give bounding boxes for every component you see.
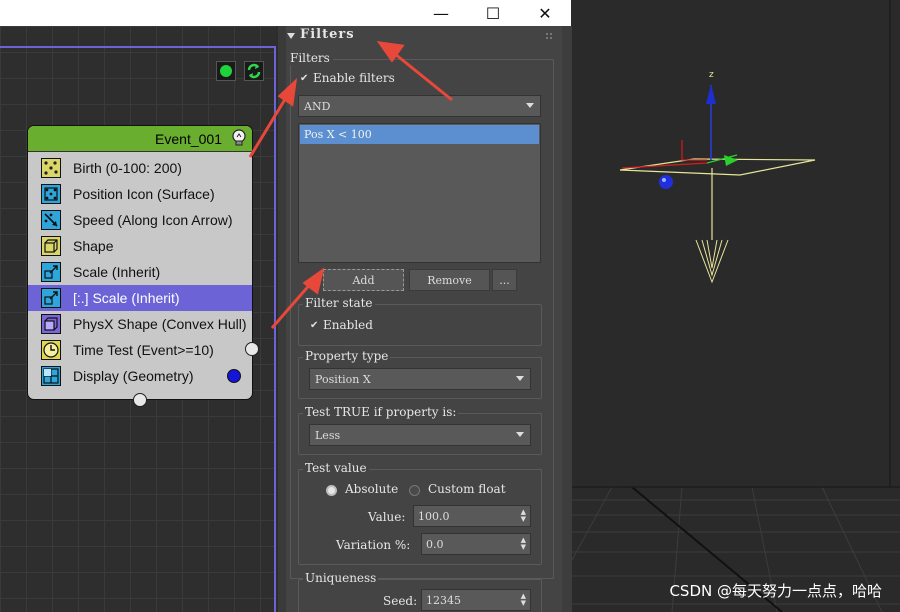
display-icon <box>41 366 61 386</box>
event-title[interactable]: Event_001 <box>28 126 252 152</box>
operator-label: Birth (0-100: 200) <box>73 160 182 176</box>
value-field[interactable]: 100.0 <box>418 510 450 523</box>
panel-scrollbar[interactable] <box>562 26 572 612</box>
display-color-swatch[interactable] <box>227 369 241 383</box>
rollout-title[interactable]: Filters <box>300 27 355 42</box>
test-true-label: Test TRUE if property is: <box>303 405 459 419</box>
window-titlebar: — ☐ ✕ <box>0 0 571 26</box>
axis-z-label: z <box>709 70 714 80</box>
speed-icon <box>41 210 61 230</box>
operator-row[interactable]: Scale (Inherit) <box>28 259 252 285</box>
3d-viewport[interactable]: z CSDN @每天努力一点点，哈哈 <box>572 0 900 612</box>
filter-list-item[interactable]: Pos X < 100 <box>300 125 539 144</box>
operator-row[interactable]: Time Test (Event>=10) <box>28 337 252 363</box>
operator-label: [:.] Scale (Inherit) <box>73 290 180 306</box>
remove-button[interactable]: Remove <box>409 269 490 291</box>
property-type-value: Position X <box>315 372 371 386</box>
enable-filters-checkbox[interactable]: ✔ <box>300 74 310 84</box>
scale-icon <box>41 262 61 282</box>
watermark: CSDN @每天努力一点点，哈哈 <box>669 582 882 600</box>
status-indicator-icon[interactable] <box>216 61 236 81</box>
operator-row[interactable]: Speed (Along Icon Arrow) <box>28 207 252 233</box>
custom-float-label: Custom float <box>428 482 506 496</box>
operator-row[interactable]: Birth (0-100: 200) <box>28 155 252 181</box>
scale-icon <box>41 288 61 308</box>
custom-float-radio[interactable] <box>409 485 420 496</box>
filters-panel: Filters Filters ✔ Enable filters AND Pos… <box>278 26 572 612</box>
chevron-down-icon <box>526 103 534 108</box>
shape-icon <box>41 236 61 256</box>
panel-edge <box>278 26 286 612</box>
chevron-down-icon <box>516 432 524 437</box>
operator-label: PhysX Shape (Convex Hull) <box>73 316 247 332</box>
viewport-scene <box>572 0 900 612</box>
value-spinner[interactable]: 100.0 ▲ ▼ <box>413 505 531 527</box>
operator-label: Display (Geometry) <box>73 368 194 384</box>
minimize-button[interactable]: — <box>418 0 464 26</box>
drag-handle-icon[interactable] <box>546 33 552 39</box>
operator-label: Scale (Inherit) <box>73 264 161 280</box>
filters-group-label: Filters <box>290 51 333 65</box>
maximize-button[interactable]: ☐ <box>470 0 516 26</box>
clock-icon <box>41 340 61 360</box>
operator-row[interactable]: Shape <box>28 233 252 259</box>
position-icon <box>41 184 61 204</box>
enabled-label: Enabled <box>323 318 373 332</box>
uniqueness-label: Uniqueness <box>303 571 379 585</box>
test-output-connector[interactable] <box>245 342 259 356</box>
birth-icon <box>41 158 61 178</box>
operator-label: Speed (Along Icon Arrow) <box>73 212 233 228</box>
absolute-radio[interactable] <box>326 485 337 496</box>
seed-label: Seed: <box>383 594 418 608</box>
test-value-label: Test value <box>303 461 369 475</box>
enable-filters-label: Enable filters <box>313 71 395 85</box>
filter-state-label: Filter state <box>303 296 375 310</box>
property-type-label: Property type <box>303 349 391 363</box>
chevron-down-icon <box>516 376 524 381</box>
particle-view: Event_001 Birth (0-100: 200) Position Ic… <box>0 0 278 612</box>
logic-mode-value: AND <box>304 99 331 113</box>
operator-row[interactable]: Display (Geometry) <box>28 363 252 389</box>
logic-mode-dropdown[interactable]: AND <box>298 95 541 117</box>
physx-icon <box>41 314 61 334</box>
test-true-value: Less <box>315 428 341 442</box>
spinner-arrows-icon[interactable]: ▲ ▼ <box>521 593 526 607</box>
property-type-dropdown[interactable]: Position X <box>309 368 531 390</box>
add-button[interactable]: Add <box>323 269 404 291</box>
variation-spinner[interactable]: 0.0 ▲ ▼ <box>421 533 531 555</box>
operator-label: Shape <box>73 238 114 254</box>
close-button[interactable]: ✕ <box>522 0 568 26</box>
enabled-checkbox[interactable]: ✔ <box>310 321 320 331</box>
seed-field[interactable]: 12345 <box>426 594 461 607</box>
more-button[interactable]: ... <box>492 269 517 291</box>
lightbulb-icon[interactable] <box>231 129 247 147</box>
variation-label: Variation %: <box>336 538 411 552</box>
operator-label: Position Icon (Surface) <box>73 186 215 202</box>
test-true-dropdown[interactable]: Less <box>309 424 531 446</box>
event-node[interactable]: Event_001 Birth (0-100: 200) Position Ic… <box>27 125 259 407</box>
operator-row[interactable]: PhysX Shape (Convex Hull) <box>28 311 252 337</box>
spinner-arrows-icon[interactable]: ▲ ▼ <box>521 537 526 551</box>
seed-spinner[interactable]: 12345 ▲ ▼ <box>421 589 531 611</box>
operator-row-selected[interactable]: [:.] Scale (Inherit) <box>28 285 252 311</box>
operator-label: Time Test (Event>=10) <box>73 342 214 358</box>
absolute-label: Absolute <box>345 482 399 496</box>
collapse-arrow-icon[interactable] <box>287 32 295 40</box>
operator-row[interactable]: Position Icon (Surface) <box>28 181 252 207</box>
spinner-arrows-icon[interactable]: ▲ ▼ <box>521 509 526 523</box>
filter-list[interactable]: Pos X < 100 <box>298 123 541 263</box>
event-input-connector[interactable] <box>133 393 147 407</box>
value-label: Value: <box>368 510 406 524</box>
refresh-icon[interactable] <box>244 61 264 81</box>
variation-field[interactable]: 0.0 <box>426 538 444 551</box>
